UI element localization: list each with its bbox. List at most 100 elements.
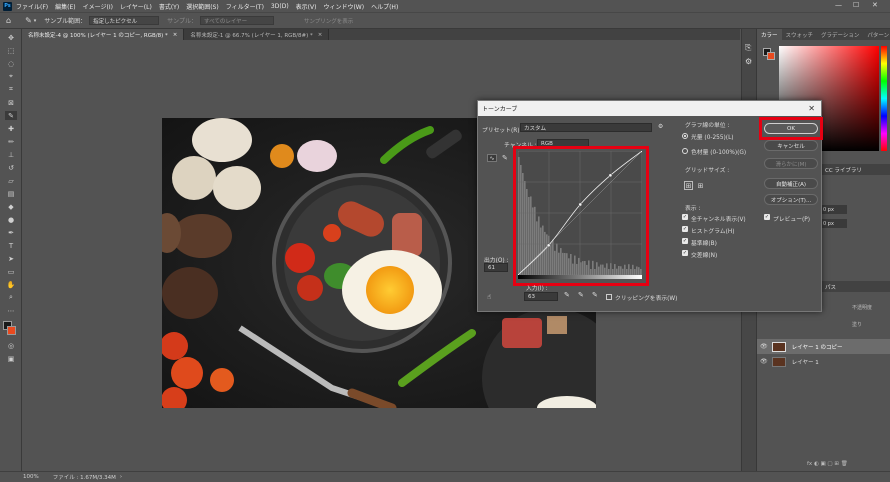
input-field[interactable]: 63 (524, 292, 558, 301)
preset-select[interactable]: カスタム (520, 123, 652, 132)
tab-document-1[interactable]: 名称未設定-1 @ 66.7% (レイヤー 1, RGB/8#) * × (184, 29, 330, 40)
status-arrow-icon[interactable]: › (120, 474, 122, 480)
black-eyedropper-icon[interactable]: ✎ (564, 291, 570, 299)
preset-options-icon[interactable]: ⚙ (658, 124, 663, 130)
menu-help[interactable]: ヘルプ(H) (371, 2, 398, 11)
menu-type[interactable]: 書式(Y) (159, 2, 179, 11)
color-bg-swatch[interactable] (767, 52, 775, 60)
path-select-icon[interactable]: ➤ (5, 254, 17, 263)
hue-slider[interactable] (881, 46, 887, 151)
checkbox[interactable]: ✓ (682, 214, 688, 220)
target-adjust-icon[interactable]: ☝ (487, 293, 491, 301)
menu-image[interactable]: イメージ(I) (83, 2, 113, 11)
layer-footer-icons[interactable]: fx ◐ ▣ ▢ ⊞ 🗑 (807, 461, 848, 467)
home-icon[interactable]: ⌂ (6, 16, 11, 25)
gray-eyedropper-icon[interactable]: ✎ (578, 291, 584, 299)
pencil-icon[interactable]: ✎ (502, 154, 510, 162)
tab-color[interactable]: カラー (757, 29, 782, 40)
brush-tool-icon[interactable]: ✏ (5, 137, 17, 146)
close-icon[interactable]: × (318, 32, 323, 38)
tab-swatches[interactable]: スウォッチ (782, 29, 818, 40)
eyedropper-icon[interactable]: ✎ (5, 111, 17, 120)
smooth-label: 滑らかに(M) (775, 161, 807, 168)
background-color-swatch[interactable] (7, 326, 16, 335)
checkbox[interactable]: ✓ (682, 238, 688, 244)
pigment-radio[interactable] (682, 148, 688, 154)
checkbox[interactable]: ✓ (682, 250, 688, 256)
input-label: 入力(I) : (526, 286, 548, 292)
dodge-tool-icon[interactable]: ● (5, 215, 17, 224)
pen-tool-icon[interactable]: ✒ (5, 228, 17, 237)
move-tool-icon[interactable]: ✥ (5, 33, 17, 42)
zoom-level[interactable]: 100% (23, 474, 39, 480)
gradient-tool-icon[interactable]: ▤ (5, 189, 17, 198)
zoom-tool-icon[interactable]: ⌕ (5, 293, 17, 302)
light-radio[interactable] (682, 133, 688, 139)
tab-gradient[interactable]: グラデーション (817, 29, 863, 40)
menu-filter[interactable]: フィルター(T) (226, 2, 264, 11)
menu-3d[interactable]: 3D(D) (271, 3, 289, 10)
crop-tool-icon[interactable]: ⌗ (5, 85, 17, 94)
light-label: 光量 (0-255)(L) (691, 135, 734, 141)
preview-checkbox[interactable]: ✓ (764, 214, 770, 220)
properties-panel-icon[interactable]: ⚙ (745, 57, 752, 66)
auto-button[interactable]: 自動補正(A) (764, 178, 818, 189)
menu-view[interactable]: 表示(V) (296, 2, 317, 11)
layer-row[interactable]: 👁 レイヤー 1 のコピー (757, 339, 890, 354)
clipping-checkbox[interactable] (606, 294, 612, 300)
grid-fine-icon[interactable]: ⊞ (696, 181, 705, 190)
lasso-tool-icon[interactable]: ◌ (5, 59, 17, 68)
eraser-tool-icon[interactable]: ▱ (5, 176, 17, 185)
healing-brush-icon[interactable]: ✚ (5, 124, 17, 133)
menu-window[interactable]: ウィンドウ(W) (323, 2, 364, 11)
libraries-panel-tab[interactable]: CC ライブラリ (821, 164, 890, 175)
white-eyedropper-icon[interactable]: ✎ (592, 291, 598, 299)
hand-tool-icon[interactable]: ✋ (5, 280, 17, 289)
cancel-button[interactable]: キャンセル (764, 140, 818, 151)
eye-icon[interactable]: 👁 (760, 343, 768, 350)
history-panel-icon[interactable]: ⎘ (745, 43, 751, 53)
eyedropper-tool-icon[interactable]: ✎ (25, 16, 32, 25)
chevron-down-icon[interactable]: ▾ (34, 18, 37, 24)
minimize-button[interactable]: — (835, 1, 842, 9)
menu-layer[interactable]: レイヤー(L) (120, 2, 152, 11)
smooth-button[interactable]: 滑らかに(M) (764, 158, 818, 169)
menu-select[interactable]: 選択範囲(S) (186, 2, 219, 11)
frame-tool-icon[interactable]: ⊠ (5, 98, 17, 107)
show-sampling-ring-checkbox[interactable]: サンプリングを表示 (300, 16, 358, 25)
quick-mask-icon[interactable]: ◎ (5, 341, 17, 350)
output-field[interactable]: 61 (484, 263, 508, 272)
quick-select-tool-icon[interactable]: ⌖ (5, 72, 17, 81)
opacity-label: 不透明度 (852, 305, 873, 311)
menu-file[interactable]: ファイル(F) (16, 2, 48, 11)
maximize-button[interactable]: ☐ (853, 1, 859, 9)
rectangle-tool-icon[interactable]: ▭ (5, 267, 17, 276)
close-icon[interactable]: × (173, 32, 178, 38)
history-brush-icon[interactable]: ↺ (5, 163, 17, 172)
options-button[interactable]: オプション(T)... (764, 194, 818, 205)
close-window-button[interactable]: ✕ (872, 1, 878, 9)
curve-edit-icon[interactable]: ∿ (487, 154, 497, 162)
close-icon[interactable]: ✕ (808, 104, 815, 113)
stamp-tool-icon[interactable]: ⊥ (5, 150, 17, 159)
sample-layer-select[interactable]: すべてのレイヤー (199, 16, 274, 25)
layer-row[interactable]: 👁 レイヤー 1 (757, 354, 890, 369)
paths-panel-tab[interactable]: パス (821, 281, 890, 292)
tab-pattern[interactable]: パターン (863, 29, 890, 40)
sample-label: サンプル： (167, 18, 197, 25)
tab-document-4[interactable]: 名称未設定-4 @ 100% (レイヤー 1 のコピー, RGB/8) * × (22, 29, 185, 40)
type-tool-icon[interactable]: T (5, 241, 17, 250)
property-y-field[interactable]: 0 px (821, 219, 847, 228)
blur-tool-icon[interactable]: ◆ (5, 202, 17, 211)
marquee-tool-icon[interactable]: ⬚ (5, 46, 17, 55)
property-x-field[interactable]: 0 px (821, 205, 847, 214)
sample-size-select[interactable]: 指定したピクセル (89, 16, 160, 25)
screen-mode-icon[interactable]: ▣ (5, 354, 17, 363)
checkbox[interactable]: ✓ (682, 226, 688, 232)
layer-name: レイヤー 1 (791, 359, 819, 366)
more-tools-icon[interactable]: ⋯ (5, 306, 17, 315)
eye-icon[interactable]: 👁 (760, 358, 768, 365)
file-size: ファイル : 1.67M/3.34M (52, 475, 116, 481)
menu-edit[interactable]: 編集(E) (55, 2, 75, 11)
grid-coarse-icon[interactable]: ⊞ (684, 181, 693, 190)
